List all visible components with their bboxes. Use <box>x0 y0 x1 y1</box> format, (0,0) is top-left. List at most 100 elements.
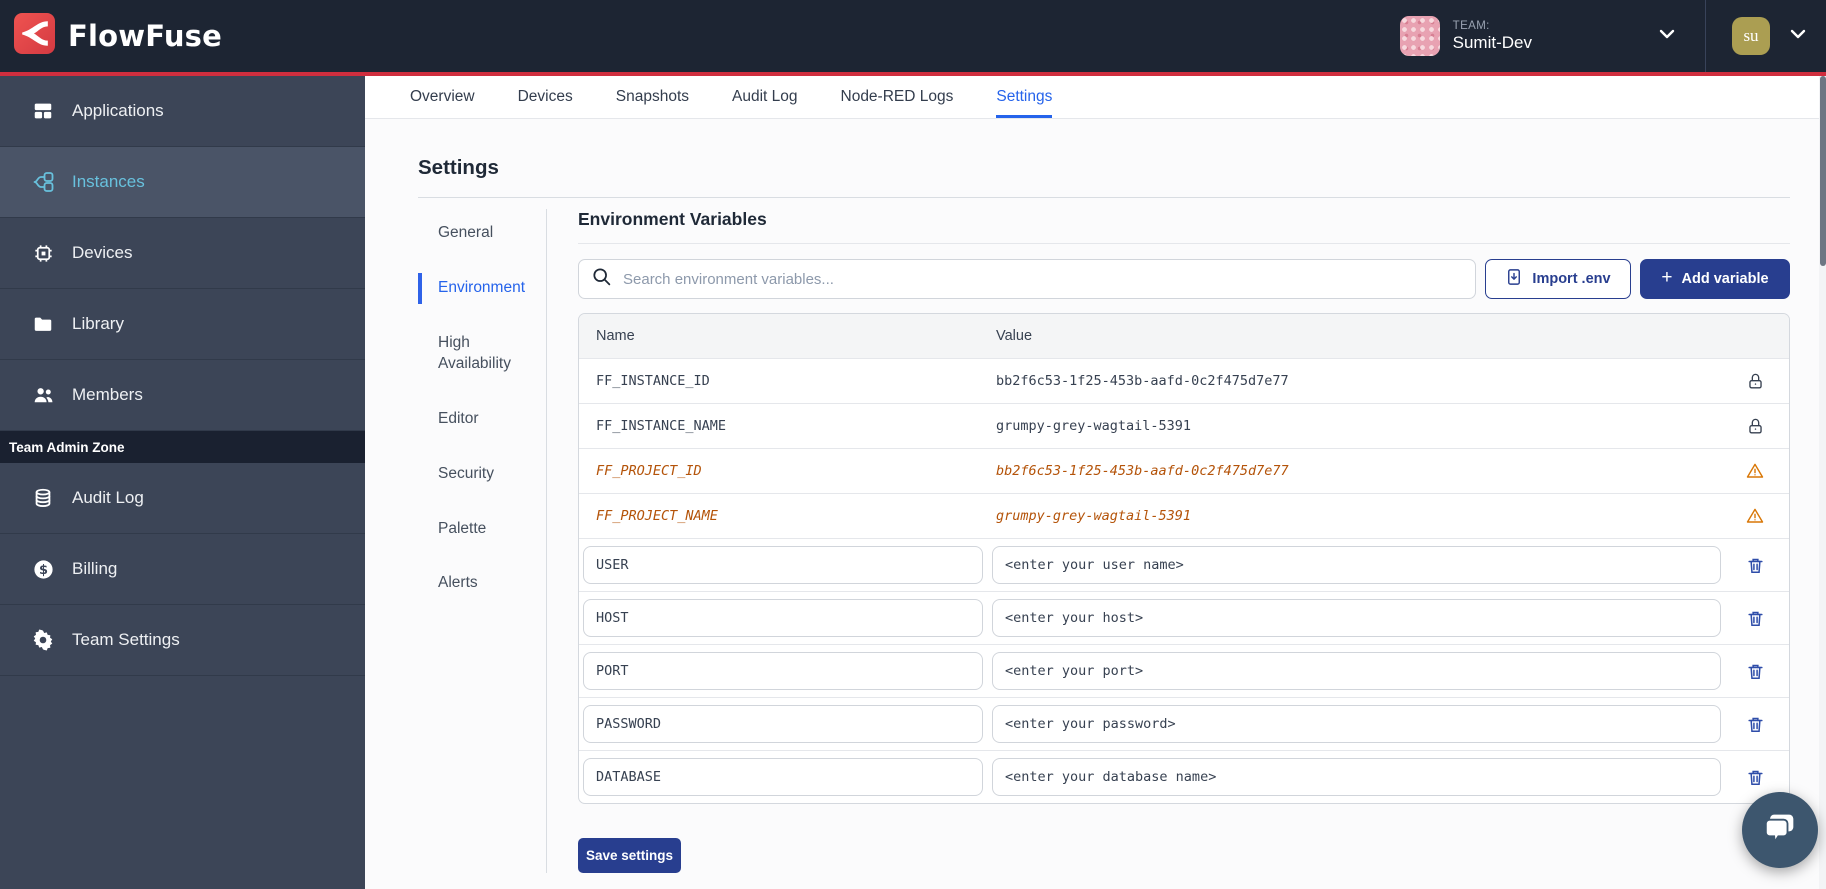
gear-icon <box>31 628 55 652</box>
table-row: FF_INSTANCE_NAME grumpy-grey-wagtail-539… <box>579 403 1789 448</box>
sidebar-item-devices[interactable]: Devices <box>0 218 365 289</box>
sidebar-item-applications[interactable]: Applications <box>0 76 365 147</box>
sidebar-item-members[interactable]: Members <box>0 360 365 431</box>
instance-tabs: Overview Devices Snapshots Audit Log Nod… <box>365 76 1826 119</box>
save-settings-button[interactable]: Save settings <box>578 838 681 873</box>
team-name: Sumit-Dev <box>1453 33 1532 53</box>
users-icon <box>31 383 55 407</box>
env-name-input[interactable] <box>583 758 983 796</box>
user-menu[interactable]: su <box>1705 0 1826 72</box>
env-value-input[interactable] <box>992 758 1721 796</box>
accent-red-line <box>0 72 1826 76</box>
table-row <box>579 644 1789 697</box>
env-name-input[interactable] <box>583 599 983 637</box>
tab-node-red-logs[interactable]: Node-RED Logs <box>841 76 954 118</box>
sidebar-item-label: Applications <box>72 101 164 121</box>
subnav-item-general[interactable]: General <box>418 218 534 249</box>
sidebar-item-billing[interactable]: $ Billing <box>0 534 365 605</box>
title-divider <box>418 197 1790 198</box>
sidebar-item-label: Billing <box>72 559 117 579</box>
env-value-input[interactable] <box>992 652 1721 690</box>
lock-icon <box>1721 417 1789 436</box>
table-header-row: Name Value <box>579 314 1789 358</box>
settings-subnav: General Environment High Availability Ed… <box>418 209 547 873</box>
search-box <box>578 259 1476 299</box>
env-toolbar: Import .env + Add variable <box>578 259 1790 299</box>
tab-devices[interactable]: Devices <box>518 76 573 118</box>
team-selector[interactable]: TEAM: Sumit-Dev <box>1382 0 1705 72</box>
environment-variables-section: Environment Variables Import .env <box>578 209 1790 873</box>
top-header: FlowFuse TEAM: Sumit-Dev su <box>0 0 1826 72</box>
env-variables-table: Name Value FF_INSTANCE_ID bb2f6c53-1f25-… <box>578 313 1790 804</box>
chat-widget-button[interactable] <box>1742 792 1818 868</box>
import-env-button[interactable]: Import .env <box>1485 259 1631 299</box>
tab-audit-log[interactable]: Audit Log <box>732 76 798 118</box>
delete-variable-button[interactable] <box>1721 609 1789 628</box>
sidebar-item-label: Devices <box>72 243 132 263</box>
search-input[interactable] <box>623 271 1463 288</box>
sidebar-item-audit-log[interactable]: Audit Log <box>0 463 365 534</box>
chat-bubbles-icon <box>1760 808 1800 853</box>
instances-branch-icon <box>31 170 55 194</box>
plus-icon: + <box>1661 267 1672 289</box>
delete-variable-button[interactable] <box>1721 715 1789 734</box>
sidebar-item-label: Team Settings <box>72 630 180 650</box>
add-variable-button[interactable]: + Add variable <box>1640 259 1790 299</box>
sidebar-item-team-settings[interactable]: Team Settings <box>0 605 365 676</box>
warning-icon <box>1721 506 1789 526</box>
sidebar-item-label: Members <box>72 385 143 405</box>
table-row: FF_PROJECT_NAME grumpy-grey-wagtail-5391 <box>579 493 1789 538</box>
column-header-value: Value <box>996 328 1721 344</box>
search-icon <box>591 266 612 292</box>
env-value-input[interactable] <box>992 705 1721 743</box>
subnav-item-palette[interactable]: Palette <box>418 514 534 545</box>
flowfuse-logo-icon <box>14 13 55 59</box>
delete-variable-button[interactable] <box>1721 662 1789 681</box>
column-header-name: Name <box>579 328 996 344</box>
sidebar-item-instances[interactable]: Instances <box>0 147 365 218</box>
table-row <box>579 750 1789 803</box>
tab-settings[interactable]: Settings <box>996 76 1052 118</box>
subnav-item-alerts[interactable]: Alerts <box>418 568 534 599</box>
table-row: FF_PROJECT_ID bb2f6c53-1f25-453b-aafd-0c… <box>579 448 1789 493</box>
subnav-item-high-availability[interactable]: High Availability <box>418 328 534 380</box>
env-value-input[interactable] <box>992 599 1721 637</box>
env-name-input[interactable] <box>583 705 983 743</box>
folder-icon <box>31 312 55 336</box>
scrollbar-thumb[interactable] <box>1820 76 1826 266</box>
user-avatar: su <box>1732 17 1770 55</box>
svg-text:$: $ <box>39 562 48 577</box>
scrollbar[interactable] <box>1819 76 1826 889</box>
team-label: TEAM: <box>1453 20 1532 33</box>
delete-variable-button[interactable] <box>1721 556 1789 575</box>
tab-overview[interactable]: Overview <box>410 76 475 118</box>
warning-icon <box>1721 461 1789 481</box>
env-name-input[interactable] <box>583 652 983 690</box>
page-title: Settings <box>418 156 1790 180</box>
brand[interactable]: FlowFuse <box>0 13 222 59</box>
delete-variable-button[interactable] <box>1721 768 1789 787</box>
database-icon <box>31 486 55 510</box>
dollar-circle-icon: $ <box>31 557 55 581</box>
lock-icon <box>1721 372 1789 391</box>
sidebar-item-library[interactable]: Library <box>0 289 365 360</box>
tab-snapshots[interactable]: Snapshots <box>616 76 689 118</box>
table-row <box>579 591 1789 644</box>
subnav-item-security[interactable]: Security <box>418 459 534 490</box>
sidebar-item-label: Instances <box>72 172 145 192</box>
brand-name: FlowFuse <box>68 19 222 53</box>
subnav-item-environment[interactable]: Environment <box>418 273 534 304</box>
sidebar-item-label: Audit Log <box>72 488 144 508</box>
device-chip-icon <box>31 241 55 265</box>
env-value-input[interactable] <box>992 546 1721 584</box>
applications-grid-icon <box>31 99 55 123</box>
env-name-input[interactable] <box>583 546 983 584</box>
sidebar: Applications Instances Devices Library M… <box>0 76 365 889</box>
chevron-down-icon <box>1786 22 1810 51</box>
subnav-item-editor[interactable]: Editor <box>418 404 534 435</box>
sidebar-section-team-admin-zone: Team Admin Zone <box>0 431 365 463</box>
main-content: Overview Devices Snapshots Audit Log Nod… <box>365 76 1826 889</box>
chevron-down-icon <box>1655 22 1679 51</box>
table-row <box>579 697 1789 750</box>
sidebar-item-label: Library <box>72 314 124 334</box>
